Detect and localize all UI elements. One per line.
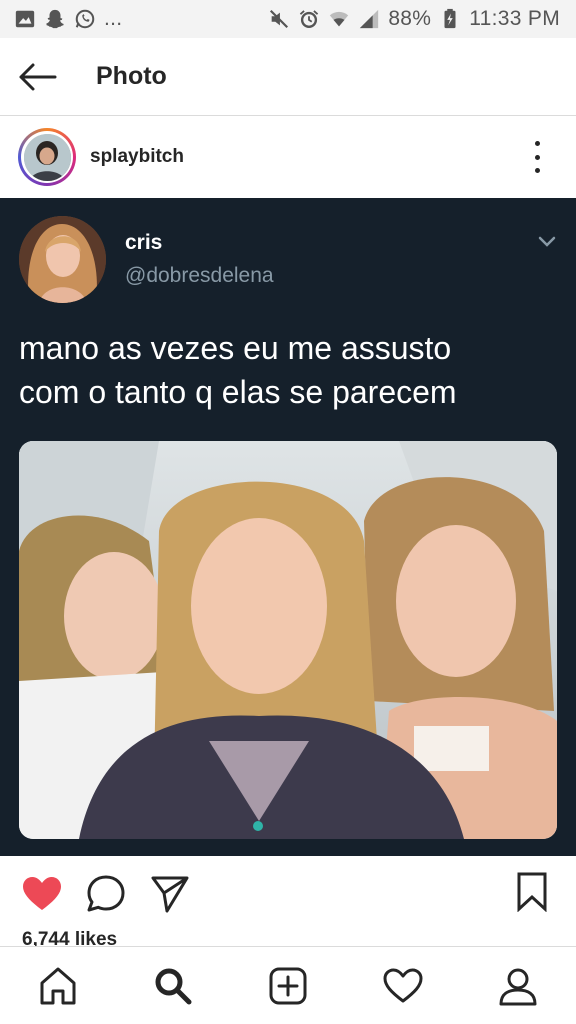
save-button[interactable]: [510, 870, 554, 914]
search-icon: [155, 968, 192, 1004]
tweet-author-name: cris: [125, 231, 163, 254]
comment-icon: [87, 875, 125, 912]
profile-icon: [499, 968, 537, 1005]
tweet-author-handle: @dobresdelena: [125, 264, 274, 287]
back-button[interactable]: [0, 38, 74, 116]
more-vertical-icon: [534, 141, 540, 146]
page-title: Photo: [96, 62, 167, 90]
nav-home[interactable]: [28, 956, 88, 1016]
arrow-left-icon: [19, 63, 57, 90]
more-dot: [534, 154, 540, 160]
tweet-text: mano as vezes eu me assusto com o tanto …: [19, 326, 559, 414]
nav-profile[interactable]: [488, 956, 548, 1016]
top-app-bar: Photo: [0, 38, 576, 116]
share-button[interactable]: [148, 872, 192, 916]
more-options-button[interactable]: [522, 141, 552, 173]
selfie-photo: [19, 441, 557, 839]
signal-icon: [358, 8, 380, 30]
post-image[interactable]: cris @dobresdelena mano as vezes eu me a…: [0, 198, 576, 856]
tweet-text-line: mano as vezes eu me assusto: [19, 330, 452, 366]
post-actions: [0, 857, 576, 931]
snapchat-icon: [44, 8, 66, 30]
tweet-photo: [19, 441, 557, 839]
avatar[interactable]: [23, 133, 71, 181]
battery-percent: 88%: [388, 7, 432, 30]
story-ring[interactable]: [18, 128, 76, 186]
nav-add-post[interactable]: [258, 956, 318, 1016]
wifi-icon: [328, 8, 350, 30]
status-right: 88% 11:33 PM: [268, 7, 560, 31]
bottom-nav: [0, 946, 576, 1024]
more-dot: [534, 168, 540, 173]
battery-icon: [439, 8, 461, 30]
instagram-photo-screen: ... 88% 11:33 PM Photo splaybitch cris @…: [0, 0, 576, 1024]
nav-search[interactable]: [143, 956, 203, 1016]
status-bar: ... 88% 11:33 PM: [0, 0, 576, 38]
heart-filled-icon: [23, 877, 61, 910]
nav-activity[interactable]: [373, 956, 433, 1016]
image-icon: [14, 8, 36, 30]
status-left: ...: [14, 7, 122, 31]
tweet-avatar: [19, 216, 106, 303]
like-button[interactable]: [20, 872, 64, 916]
post-username[interactable]: splaybitch: [90, 146, 184, 168]
alarm-icon: [298, 8, 320, 30]
post-header: splaybitch: [0, 117, 576, 197]
avatar-photo: [23, 133, 71, 181]
avatar-border: [21, 131, 73, 183]
comment-button[interactable]: [84, 872, 128, 916]
tweet-text-line: com o tanto q elas se parecem: [19, 374, 457, 410]
status-overflow: ...: [104, 7, 123, 30]
whatsapp-icon: [74, 8, 96, 30]
chevron-down-icon: [538, 236, 556, 247]
tweet-avatar-photo: [19, 216, 106, 303]
home-icon: [40, 967, 76, 1004]
add-post-icon: [269, 967, 307, 1004]
clock: 11:33 PM: [469, 7, 560, 30]
bookmark-icon: [517, 872, 547, 912]
mute-icon: [268, 8, 290, 30]
activity-heart-icon: [383, 968, 423, 1002]
send-icon: [151, 876, 189, 913]
